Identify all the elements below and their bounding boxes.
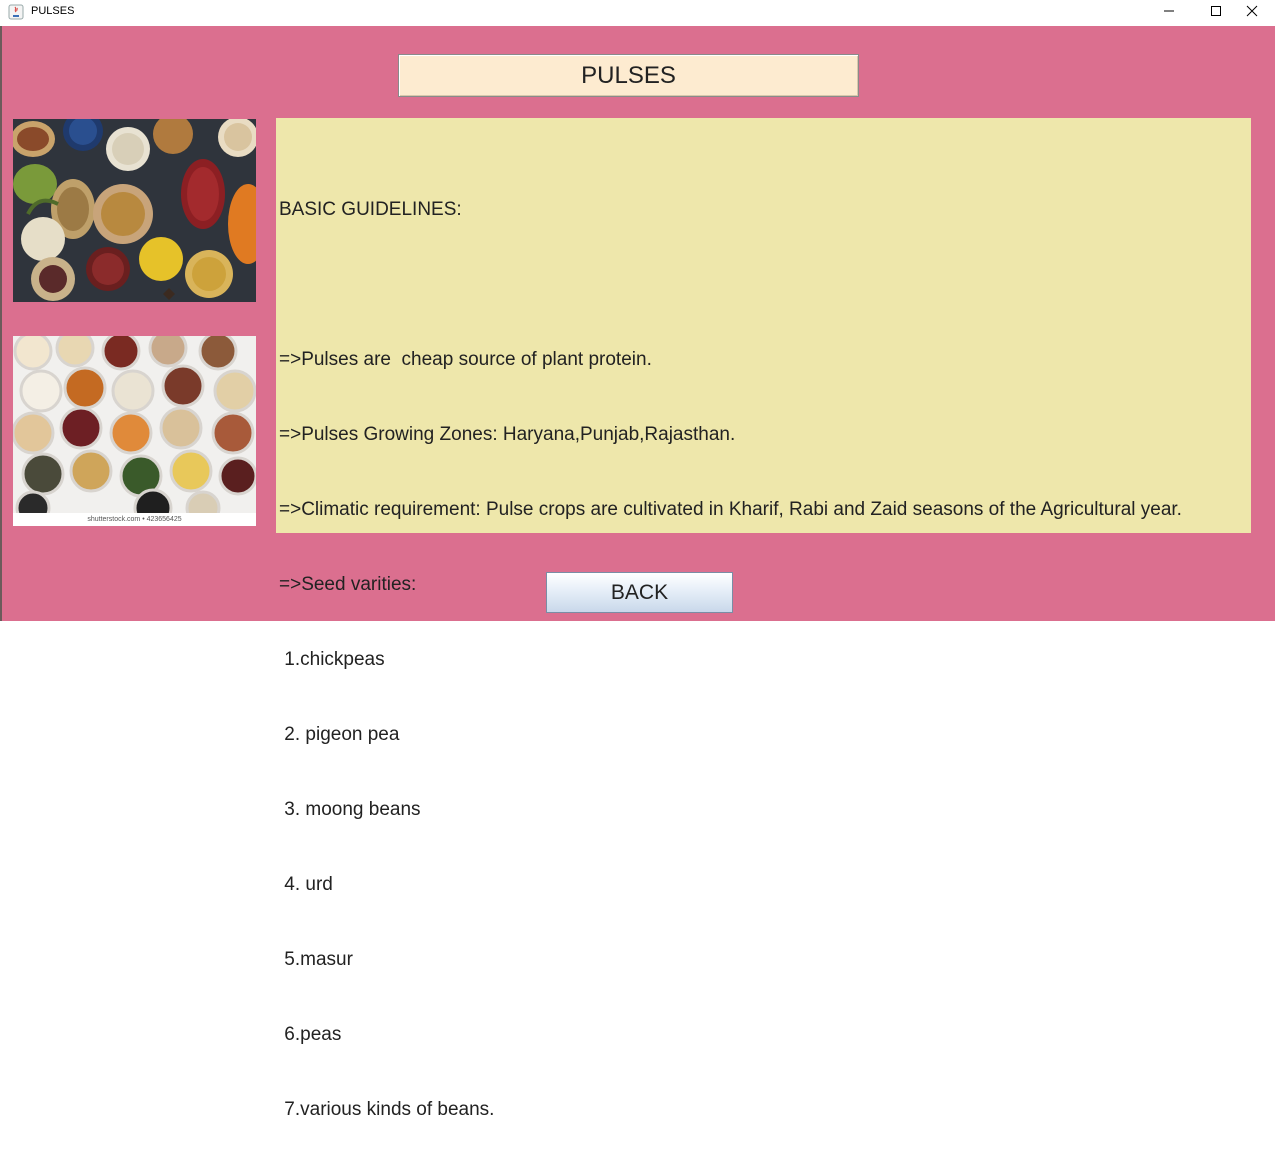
- back-button[interactable]: BACK: [546, 572, 733, 613]
- page-title: PULSES: [398, 54, 859, 97]
- seed-variety-item: 7.various kinds of beans.: [279, 1099, 495, 1120]
- pulses-bowls-image: shutterstock.com • 423656425: [13, 336, 256, 526]
- window-title-bar: PULSES: [0, 0, 1275, 26]
- minimize-button[interactable]: [1146, 0, 1192, 26]
- seed-variety-item: 2. pigeon pea: [279, 724, 400, 745]
- minimize-icon: [1163, 4, 1175, 22]
- close-button[interactable]: [1229, 0, 1275, 26]
- guideline-line: =>Pulses are cheap source of plant prote…: [279, 349, 652, 370]
- maximize-icon: [1210, 4, 1222, 22]
- window-title: PULSES: [31, 5, 75, 17]
- seed-variety-item: 5.masur: [279, 949, 353, 970]
- seed-variety-item: 4. urd: [279, 874, 333, 895]
- seed-variety-item: 1.chickpeas: [279, 649, 385, 670]
- close-icon: [1246, 4, 1258, 22]
- java-app-icon: [8, 4, 24, 20]
- guideline-heading: BASIC GUIDELINES:: [279, 199, 462, 220]
- seed-variety-item: 6.peas: [279, 1024, 342, 1045]
- guideline-line: =>Pulses Growing Zones: Haryana,Punjab,R…: [279, 424, 736, 445]
- guideline-line: [279, 272, 1251, 297]
- seed-variety-item: 3. moong beans: [279, 799, 421, 820]
- main-panel: PULSES shutterstock.com • 423656425 BASI…: [0, 26, 1275, 1120]
- image-caption: shutterstock.com • 423656425: [13, 513, 256, 526]
- guideline-line: =>Climatic requirement: Pulse crops are …: [279, 499, 1182, 520]
- pulses-spoons-image: [13, 119, 256, 302]
- guidelines-text-area: BASIC GUIDELINES: =>Pulses are cheap sou…: [276, 118, 1251, 1120]
- guideline-line: =>Seed varities:: [279, 574, 417, 595]
